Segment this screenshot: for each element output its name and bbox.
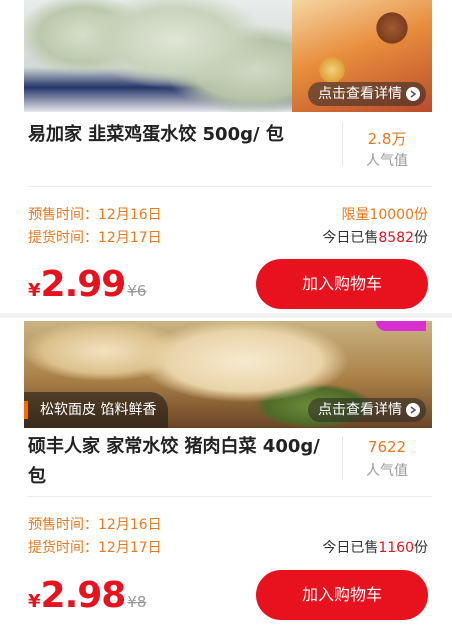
view-detail-label: 点击查看详情 bbox=[318, 402, 402, 418]
sold-prefix: 今日已售 bbox=[322, 230, 379, 246]
view-detail-button[interactable]: 点击查看详情 bbox=[308, 82, 426, 106]
presale-time: 预售时间：12月16日 bbox=[28, 517, 162, 533]
product-banner-image[interactable]: 松软面皮 馅料鲜香 点击查看详情 bbox=[24, 321, 432, 428]
price-value: 2.99 bbox=[40, 264, 127, 305]
sold-suffix: 份 bbox=[414, 230, 428, 246]
corner-badge bbox=[376, 321, 426, 331]
product-card[interactable]: 点击查看详情 易加家 韭菜鸡蛋水饺 500g/ 包 2.8万 人气值 预售时间：… bbox=[0, 0, 452, 313]
sold-today: 今日已售1160份 bbox=[322, 537, 428, 557]
currency-symbol: ¥ bbox=[28, 280, 41, 301]
section-divider bbox=[28, 496, 432, 497]
pickup-time: 提货时间：12月17日 bbox=[28, 540, 162, 556]
popularity-label: 人气值 bbox=[366, 153, 408, 169]
tagline: 松软面皮 馅料鲜香 bbox=[24, 392, 169, 428]
add-to-cart-button[interactable]: 加入购物车 bbox=[256, 570, 428, 620]
product-title-line2: 包 bbox=[28, 466, 46, 487]
view-detail-button[interactable]: 点击查看详情 bbox=[308, 398, 426, 422]
chevron-right-icon bbox=[406, 403, 420, 417]
product-card[interactable]: 松软面皮 馅料鲜香 点击查看详情 硕丰人家 家常水饺 猪肉白菜 400g/ 包 … bbox=[0, 318, 452, 627]
popularity-label: 人气值 bbox=[366, 463, 408, 479]
add-to-cart-button[interactable]: 加入购物车 bbox=[256, 259, 428, 309]
section-divider bbox=[28, 186, 432, 187]
price: ¥ 2.99 ¥6 bbox=[28, 264, 146, 305]
currency-symbol: ¥ bbox=[28, 591, 41, 612]
price-value: 2.98 bbox=[40, 575, 127, 616]
view-detail-label: 点击查看详情 bbox=[318, 86, 402, 102]
sold-count: 1160 bbox=[378, 540, 414, 556]
popularity-value: 7622 bbox=[367, 438, 407, 456]
chevron-right-icon bbox=[406, 87, 420, 101]
popularity-value: 2.8万 bbox=[367, 130, 407, 148]
sold-suffix: 份 bbox=[414, 540, 428, 556]
sold-count: 8582 bbox=[378, 230, 414, 246]
limit-quantity: 限量10000份 bbox=[341, 207, 428, 223]
original-price: ¥8 bbox=[127, 593, 147, 611]
pickup-time: 提货时间：12月17日 bbox=[28, 230, 162, 246]
price: ¥ 2.98 ¥8 bbox=[28, 575, 146, 616]
product-title-line1: 硕丰人家 家常水饺 猪肉白菜 400g/ bbox=[28, 436, 320, 457]
product-banner-image[interactable]: 点击查看详情 bbox=[24, 0, 432, 112]
sold-today: 今日已售8582份 bbox=[322, 227, 428, 247]
presale-time: 预售时间：12月16日 bbox=[28, 207, 162, 223]
product-title[interactable]: 硕丰人家 家常水饺 猪肉白菜 400g/ 包 bbox=[28, 432, 328, 492]
original-price: ¥6 bbox=[127, 282, 147, 300]
product-title[interactable]: 易加家 韭菜鸡蛋水饺 500g/ 包 bbox=[28, 120, 328, 150]
sold-prefix: 今日已售 bbox=[322, 540, 379, 556]
